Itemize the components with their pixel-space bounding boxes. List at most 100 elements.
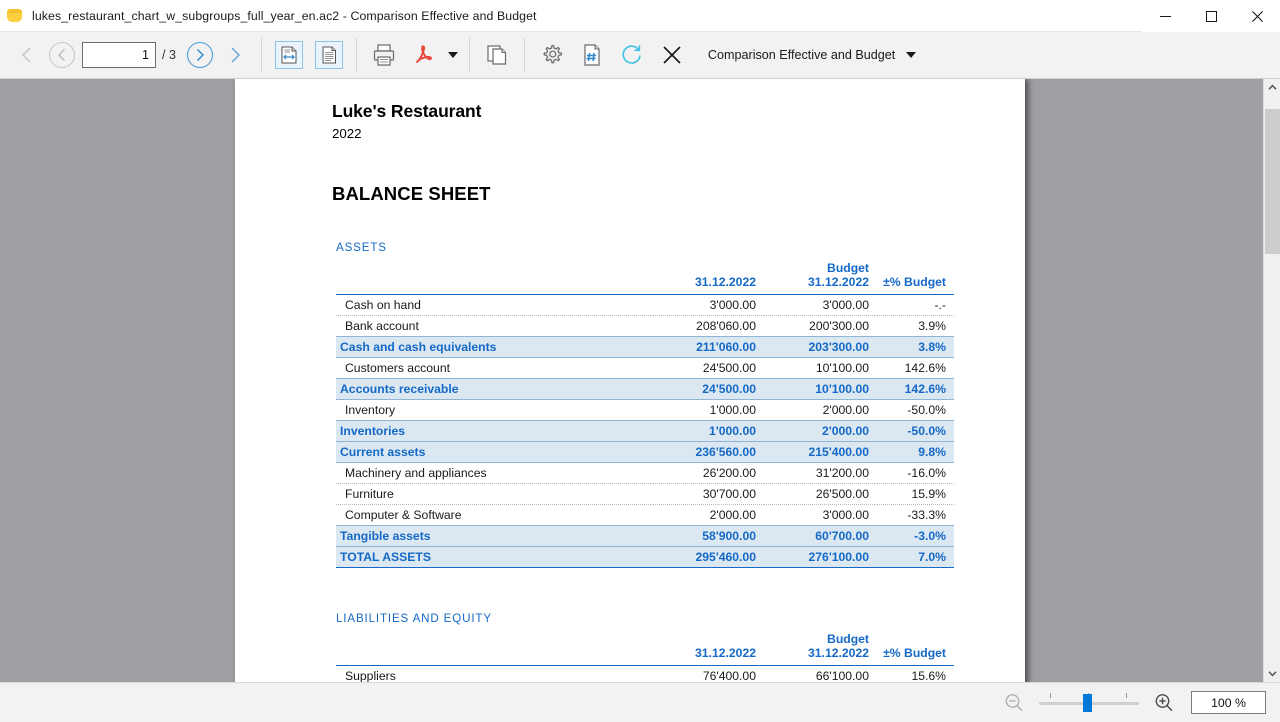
- vertical-scrollbar[interactable]: [1263, 79, 1280, 682]
- row-label: Inventory: [336, 400, 651, 421]
- zoom-slider[interactable]: [1039, 688, 1139, 718]
- column-header-budget: Budget 31.12.2022: [764, 632, 877, 661]
- row-variance: -16.0%: [877, 463, 954, 484]
- row-budget: 60'700.00: [764, 526, 877, 547]
- zoom-in-button[interactable]: [1149, 688, 1179, 718]
- page-number-input[interactable]: [82, 42, 156, 68]
- row-actual: 26'200.00: [651, 463, 764, 484]
- table-header-row: 31.12.2022 Budget 31.12.2022 ±% Budget: [336, 261, 954, 290]
- report-title: BALANCE SHEET: [332, 183, 1025, 205]
- row-variance: 7.0%: [877, 547, 954, 568]
- chevron-up-icon: [1268, 84, 1277, 91]
- row-variance: -50.0%: [877, 400, 954, 421]
- row-budget: 2'000.00: [764, 400, 877, 421]
- copy-button[interactable]: [477, 36, 517, 74]
- page-numbering-button[interactable]: [572, 36, 612, 74]
- export-pdf-caret-icon[interactable]: [448, 52, 458, 58]
- maximize-icon: [1206, 11, 1217, 22]
- company-name: Luke's Restaurant: [332, 101, 1025, 122]
- row-actual: 3'000.00: [651, 295, 764, 316]
- row-variance: 15.9%: [877, 484, 954, 505]
- row-actual: 1'000.00: [651, 400, 764, 421]
- row-variance: 9.8%: [877, 442, 954, 463]
- export-pdf-group: [404, 36, 462, 74]
- section-title: LIABILITIES AND EQUITY: [336, 612, 954, 625]
- app-folder-icon: [7, 8, 24, 23]
- section-liabilities: LIABILITIES AND EQUITY 31.12.2022: [336, 612, 954, 682]
- zoom-out-button[interactable]: [999, 688, 1029, 718]
- zoom-level-input[interactable]: 100 %: [1191, 691, 1266, 714]
- history-back-button[interactable]: [8, 36, 44, 74]
- toolbar-separator: [261, 38, 262, 72]
- printer-icon: [371, 42, 397, 68]
- row-actual: 2'000.00: [651, 505, 764, 526]
- close-x-icon: [660, 43, 684, 67]
- row-label: Suppliers: [336, 666, 651, 683]
- row-label: Current assets: [336, 442, 651, 463]
- minimize-button[interactable]: [1142, 0, 1188, 32]
- zoom-slider-tick: [1126, 693, 1127, 698]
- refresh-button[interactable]: [612, 36, 652, 74]
- page-wrapper: Luke's Restaurant 2022 BALANCE SHEET ASS…: [235, 79, 1025, 682]
- row-budget: 3'000.00: [764, 505, 877, 526]
- row-actual: 236'560.00: [651, 442, 764, 463]
- column-header-actual: 31.12.2022: [651, 632, 764, 661]
- toolbar-separator: [524, 38, 525, 72]
- scroll-up-button[interactable]: [1264, 79, 1280, 96]
- section-assets: ASSETS 31.12.2022 Budget: [336, 241, 954, 568]
- page-total-label: / 3: [162, 48, 176, 62]
- history-forward-button[interactable]: [218, 36, 254, 74]
- close-document-button[interactable]: [652, 36, 692, 74]
- row-variance: 3.8%: [877, 337, 954, 358]
- row-label: Accounts receivable: [336, 379, 651, 400]
- table-row: Cash on hand 3'000.00 3'000.00 -.-: [336, 295, 954, 316]
- next-page-button[interactable]: [182, 36, 218, 74]
- row-budget: 3'000.00: [764, 295, 877, 316]
- row-variance: 142.6%: [877, 358, 954, 379]
- row-budget: 10'100.00: [764, 358, 877, 379]
- circled-chevron-right-icon: [186, 41, 214, 69]
- liabilities-table: 31.12.2022 Budget 31.12.2022 ±% Budget: [336, 632, 954, 682]
- fit-page-button[interactable]: [309, 36, 349, 74]
- document-selector-label: Comparison Effective and Budget: [708, 48, 895, 62]
- table-row: Bank account 208'060.00 200'300.00 3.9%: [336, 316, 954, 337]
- export-pdf-button[interactable]: [404, 36, 444, 74]
- fit-width-button[interactable]: [269, 36, 309, 74]
- settings-button[interactable]: [532, 36, 572, 74]
- row-label: Cash on hand: [336, 295, 651, 316]
- maximize-button[interactable]: [1188, 0, 1234, 32]
- row-label: Computer & Software: [336, 505, 651, 526]
- pdf-icon: [411, 42, 437, 68]
- copy-icon: [484, 42, 510, 68]
- row-actual: 30'700.00: [651, 484, 764, 505]
- column-header-actual: 31.12.2022: [651, 261, 764, 290]
- document-selector[interactable]: Comparison Effective and Budget: [708, 48, 920, 62]
- column-header-variance: ±% Budget: [877, 261, 954, 290]
- close-window-button[interactable]: [1234, 0, 1280, 32]
- scroll-down-button[interactable]: [1264, 665, 1280, 682]
- row-actual: 58'900.00: [651, 526, 764, 547]
- main-toolbar: / 3: [0, 32, 1280, 79]
- zoom-slider-thumb[interactable]: [1083, 694, 1092, 712]
- table-row-subtotal: Tangible assets 58'900.00 60'700.00 -3.0…: [336, 526, 954, 547]
- row-label: Bank account: [336, 316, 651, 337]
- row-budget: 66'100.00: [764, 666, 877, 683]
- row-budget: 215'400.00: [764, 442, 877, 463]
- close-icon: [1252, 11, 1263, 22]
- table-row-subtotal: Current assets 236'560.00 215'400.00 9.8…: [336, 442, 954, 463]
- row-label: TOTAL ASSETS: [336, 547, 651, 568]
- row-label: Inventories: [336, 421, 651, 442]
- row-variance: 3.9%: [877, 316, 954, 337]
- window-controls: [1142, 0, 1280, 32]
- scrollbar-thumb[interactable]: [1265, 109, 1280, 254]
- document-header: Luke's Restaurant 2022: [332, 101, 1025, 141]
- print-button[interactable]: [364, 36, 404, 74]
- row-budget: 2'000.00: [764, 421, 877, 442]
- row-budget: 276'100.00: [764, 547, 877, 568]
- row-actual: 211'060.00: [651, 337, 764, 358]
- chevron-left-icon: [19, 45, 34, 65]
- row-variance: -.-: [877, 295, 954, 316]
- row-actual: 208'060.00: [651, 316, 764, 337]
- circled-chevron-left-icon: [48, 41, 76, 69]
- previous-page-button[interactable]: [44, 36, 80, 74]
